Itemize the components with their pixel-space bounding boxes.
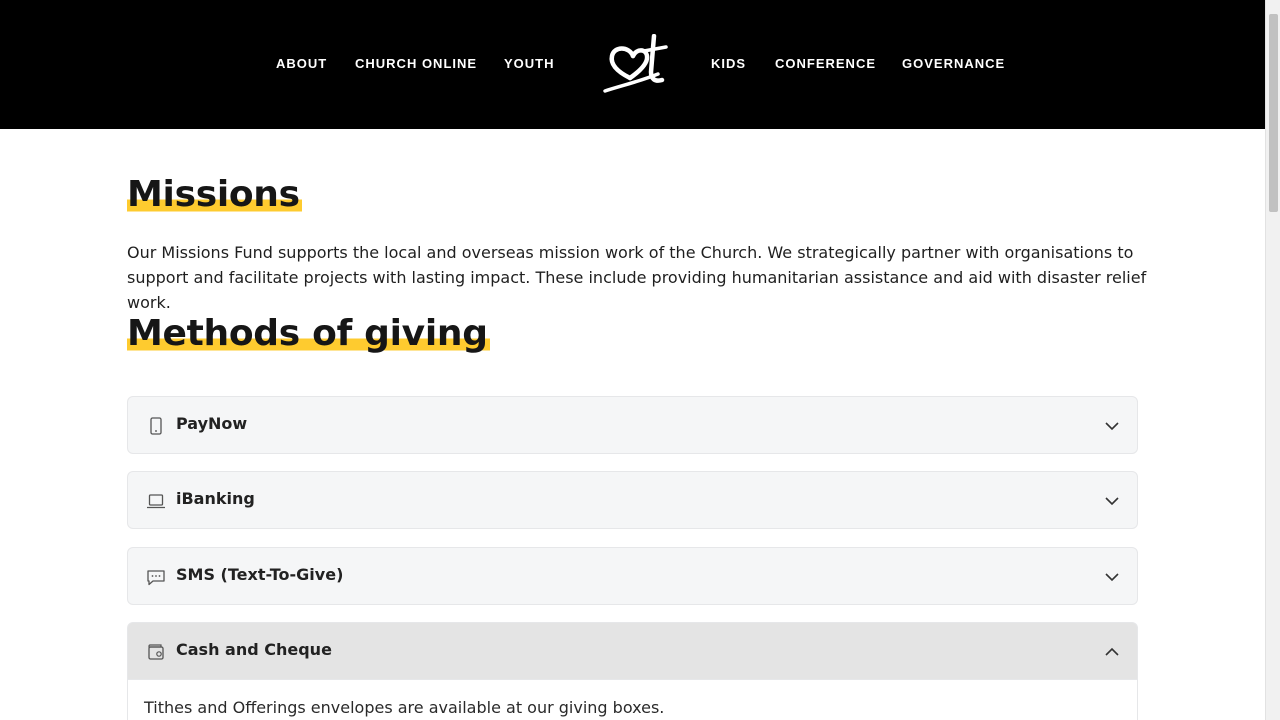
chevron-down-icon[interactable]: [1104, 570, 1120, 584]
accordion-title: Cash and Cheque: [176, 640, 332, 659]
missions-intro: Our Missions Fund supports the local and…: [127, 243, 1147, 312]
nav-kids[interactable]: KIDS: [711, 56, 746, 71]
accordion-title: PayNow: [176, 414, 248, 433]
chevron-down-icon[interactable]: [1104, 419, 1120, 433]
site-header: ABOUT CHURCH ONLINE YOUTH KIDS CONFERENC…: [0, 0, 1265, 129]
phone-icon: [150, 417, 162, 435]
methods-title-text: Methods of giving: [127, 313, 490, 354]
methods-title: Methods of giving: [127, 313, 490, 354]
page-title-text: Missions: [127, 174, 302, 215]
nav-governance[interactable]: GOVERNANCE: [902, 56, 1005, 71]
page-scrollbar[interactable]: [1265, 0, 1280, 720]
accordion-cash-cheque-body: Tithes and Offerings envelopes are avail…: [127, 680, 1138, 720]
nav-about[interactable]: ABOUT: [276, 56, 327, 71]
accordion-ibanking[interactable]: iBanking: [127, 471, 1138, 529]
accordion-title: SMS (Text-To-Give): [176, 565, 344, 584]
chat-icon: [147, 570, 165, 586]
wallet-icon: [148, 644, 164, 660]
church-heart-logo-icon[interactable]: [600, 34, 668, 94]
accordion-paynow[interactable]: PayNow: [127, 396, 1138, 454]
laptop-icon: [147, 494, 165, 509]
scrollbar-thumb[interactable]: [1269, 14, 1278, 212]
chevron-up-icon[interactable]: [1104, 645, 1120, 659]
accordion-sms[interactable]: SMS (Text-To-Give): [127, 547, 1138, 605]
nav-conference[interactable]: CONFERENCE: [775, 56, 876, 71]
nav-church-online[interactable]: CHURCH ONLINE: [355, 56, 477, 71]
accordion-title: iBanking: [176, 489, 255, 508]
chevron-down-icon[interactable]: [1104, 494, 1120, 508]
accordion-body-text: Tithes and Offerings envelopes are avail…: [144, 698, 665, 717]
accordion-cash-cheque[interactable]: Cash and Cheque: [127, 622, 1138, 680]
page-title: Missions: [127, 174, 302, 215]
nav-youth[interactable]: YOUTH: [504, 56, 555, 71]
